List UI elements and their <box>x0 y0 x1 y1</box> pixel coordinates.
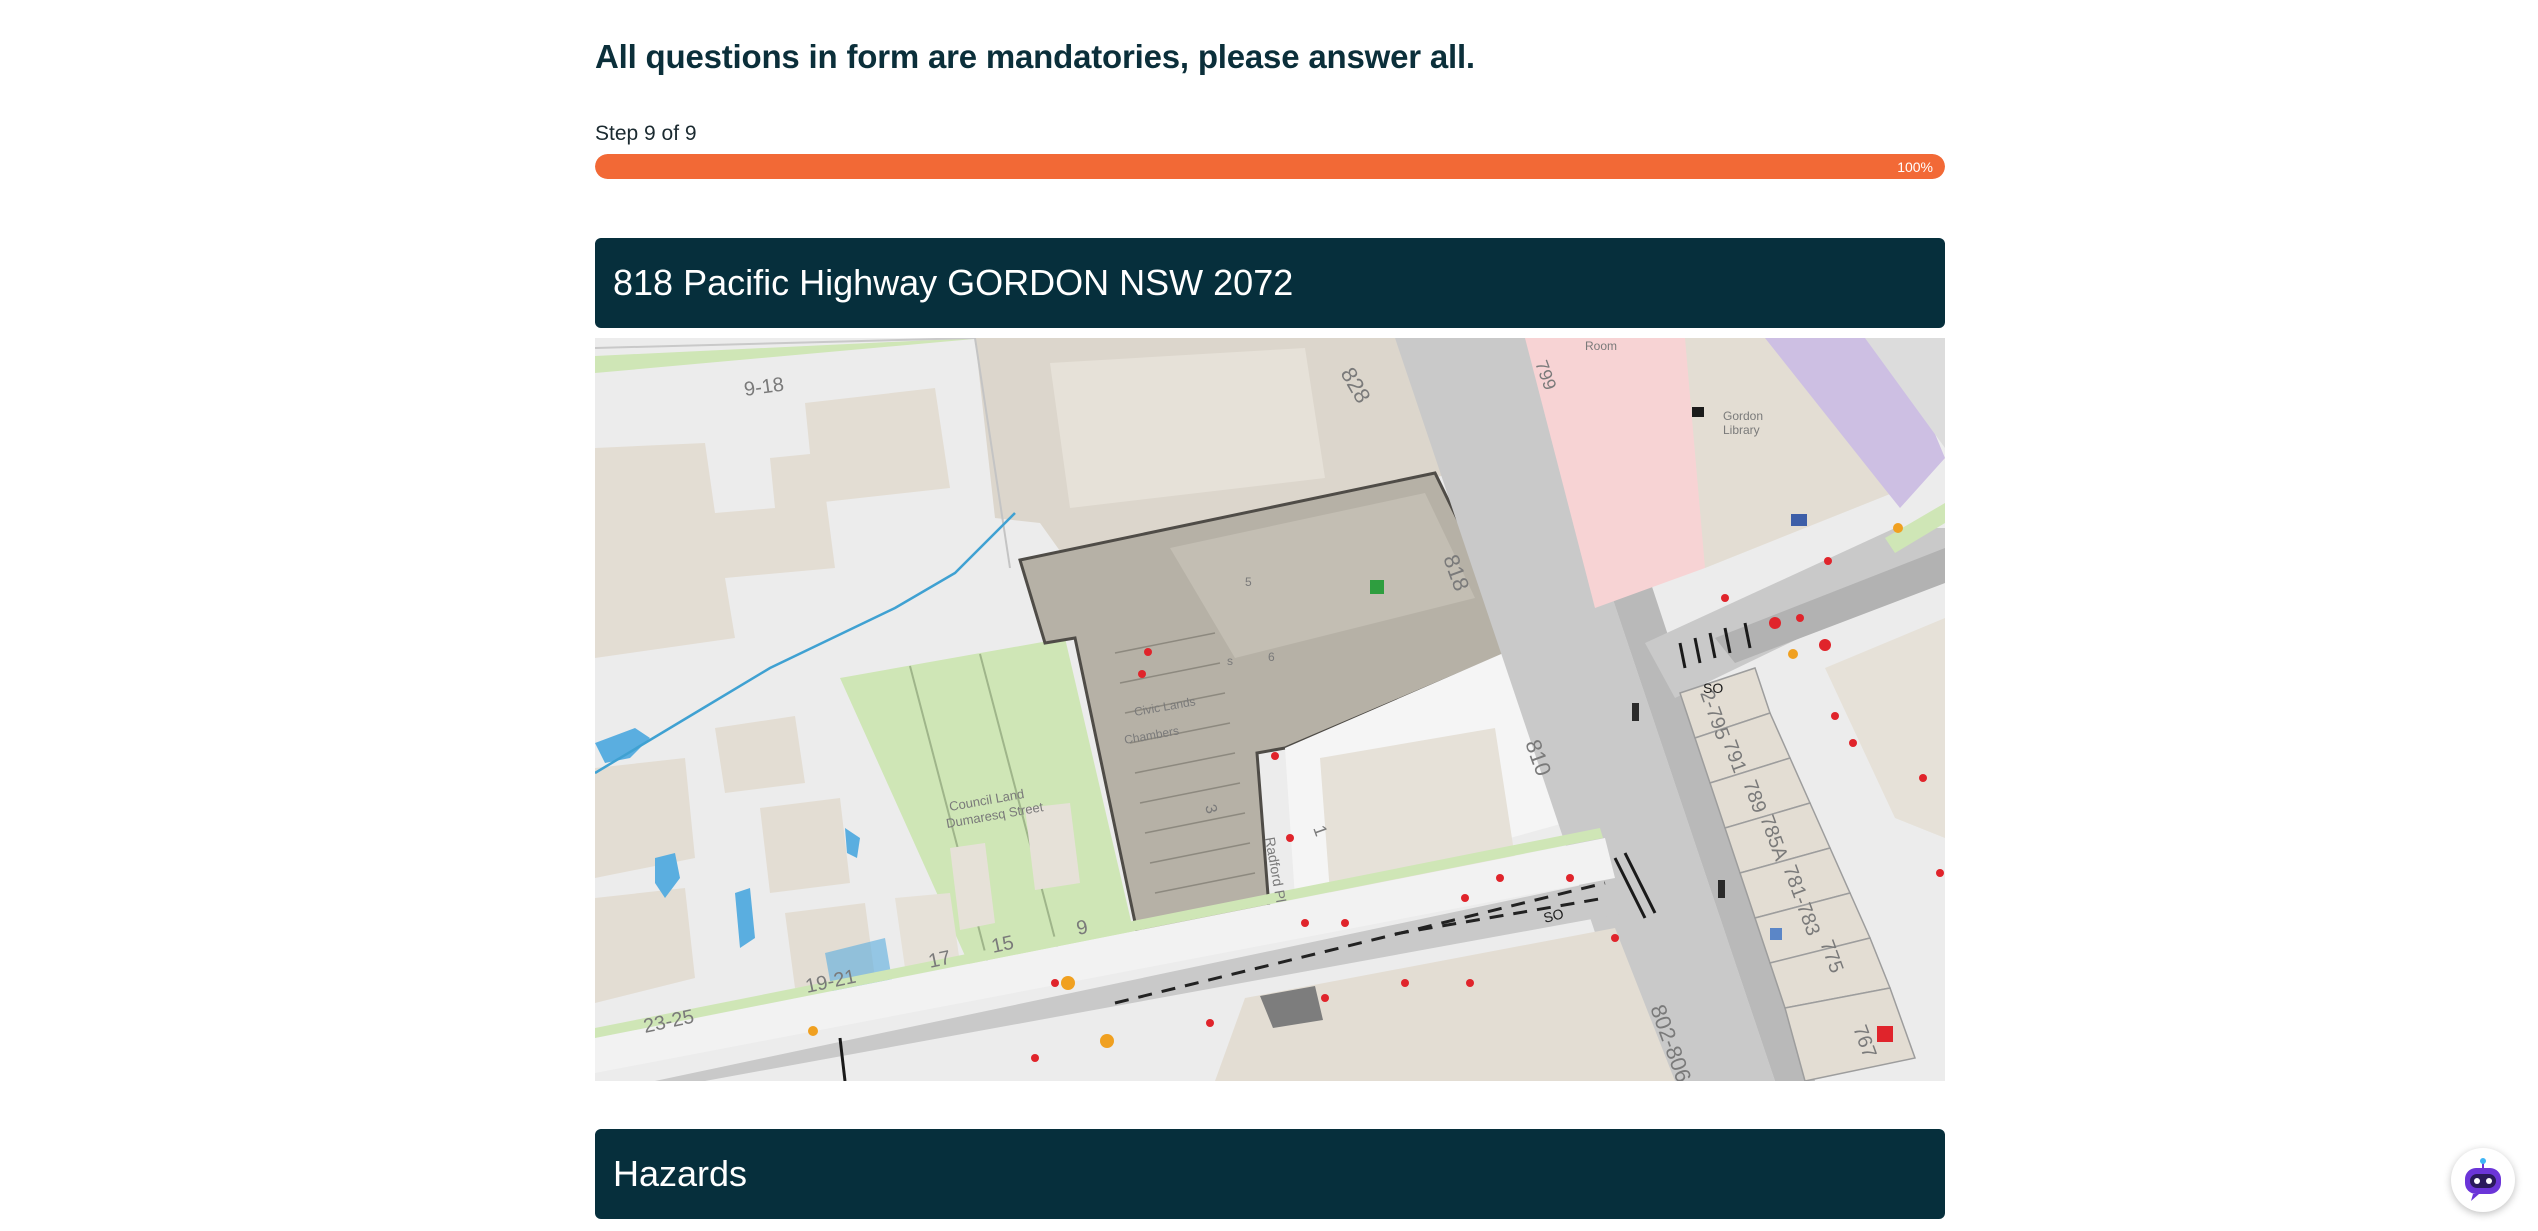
hazards-section-header: Hazards <box>595 1129 1945 1219</box>
hazards-title: Hazards <box>613 1153 748 1194</box>
chatbot-button[interactable] <box>2451 1148 2515 1212</box>
address-title: 818 Pacific Highway GORDON NSW 2072 <box>613 262 1294 303</box>
svg-text:5: 5 <box>1245 575 1252 589</box>
robot-chat-icon <box>2465 1158 2501 1201</box>
map-canvas: 9-18 828 818 810 799 1 17 15 9 19-21 23-… <box>595 338 1945 1081</box>
progress-fill: 100% <box>595 154 1945 179</box>
svg-text:s: s <box>1227 654 1233 668</box>
site-map[interactable]: 9-18 828 818 810 799 1 17 15 9 19-21 23-… <box>595 338 1945 1081</box>
progress-bar: 100% <box>595 154 1945 179</box>
svg-text:Room: Room <box>1585 339 1617 353</box>
svg-text:6: 6 <box>1268 650 1275 664</box>
step-label: Step 9 of 9 <box>595 122 697 145</box>
svg-text:SO: SO <box>1703 680 1723 696</box>
svg-text:Library: Library <box>1723 423 1760 437</box>
form-instructions: All questions in form are mandatories, p… <box>595 38 1475 75</box>
svg-text:Gordon: Gordon <box>1723 409 1763 423</box>
svg-text:15: 15 <box>989 932 1015 958</box>
svg-text:17: 17 <box>926 947 952 973</box>
progress-text: 100% <box>1897 158 1933 175</box>
address-section-header: 818 Pacific Highway GORDON NSW 2072 <box>595 238 1945 328</box>
